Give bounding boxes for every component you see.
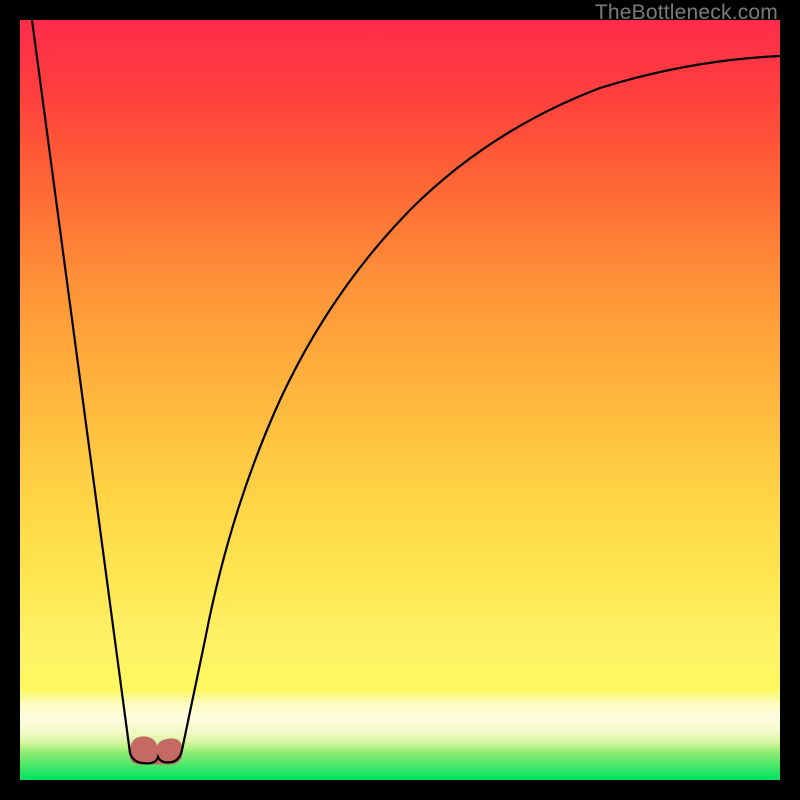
chart-frame: TheBottleneck.com — [0, 0, 800, 800]
chart-svg — [20, 20, 780, 780]
bottleneck-curve — [32, 20, 780, 763]
watermark-text: TheBottleneck.com — [595, 1, 778, 25]
plot-area — [20, 20, 780, 780]
